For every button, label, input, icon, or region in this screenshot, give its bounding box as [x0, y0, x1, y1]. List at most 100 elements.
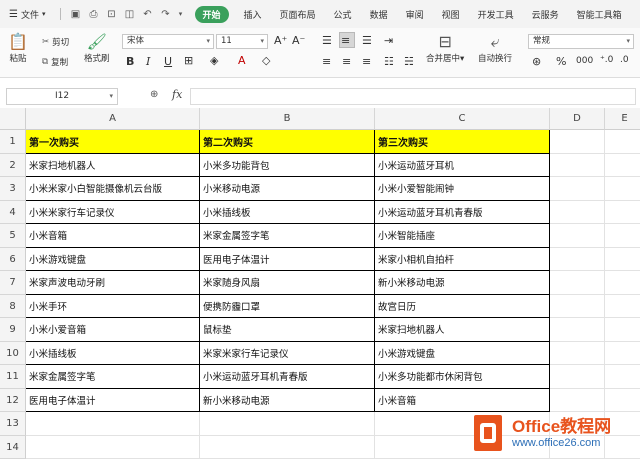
empty-cell[interactable]	[200, 435, 375, 459]
column-header-a[interactable]: A	[26, 108, 200, 130]
row-header-4[interactable]: 4	[0, 200, 26, 224]
row-header-6[interactable]: 6	[0, 247, 26, 271]
table-cell[interactable]: 米家小相机自拍杆	[375, 247, 550, 271]
row-header-9[interactable]: 9	[0, 318, 26, 342]
empty-cell[interactable]	[550, 130, 605, 154]
table-cell[interactable]: 医用电子体温计	[26, 388, 200, 412]
empty-cell[interactable]	[26, 412, 200, 436]
row-header-2[interactable]: 2	[0, 153, 26, 177]
empty-cell[interactable]	[200, 412, 375, 436]
print-icon[interactable]: ⎙	[87, 7, 101, 21]
empty-cell[interactable]	[605, 342, 640, 365]
tab-view[interactable]: 视图	[442, 8, 460, 21]
table-cell[interactable]: 小米小爱智能闹钟	[375, 177, 550, 201]
row-header-8[interactable]: 8	[0, 294, 26, 318]
header-cell-b[interactable]: 第二次购买	[200, 130, 375, 154]
empty-cell[interactable]	[26, 435, 200, 459]
tab-review[interactable]: 审阅	[406, 8, 424, 21]
thousands-icon[interactable]: 000	[576, 56, 593, 66]
empty-cell[interactable]	[550, 153, 605, 177]
tab-data[interactable]: 数据	[370, 8, 388, 21]
font-color-icon[interactable]: A	[238, 54, 246, 67]
empty-cell[interactable]	[605, 248, 640, 271]
table-cell[interactable]: 小米插线板	[26, 341, 200, 365]
table-cell[interactable]: 医用电子体温计	[200, 247, 375, 271]
cut-button[interactable]: ✂ 剪切	[42, 36, 69, 48]
tab-insert[interactable]: 插入	[244, 8, 262, 21]
underline-icon[interactable]: U	[164, 55, 172, 68]
empty-cell[interactable]	[605, 130, 640, 154]
undo-icon[interactable]: ↶	[141, 7, 155, 21]
wrap-text-button[interactable]: ⤶ 自动换行	[478, 32, 512, 64]
table-cell[interactable]: 米家声波电动牙刷	[26, 271, 200, 295]
copy-button[interactable]: ⧉ 复制	[42, 56, 68, 68]
column-header-d[interactable]: D	[550, 108, 605, 130]
merge-center-button[interactable]: ⊟ 合并居中▾	[426, 32, 464, 64]
name-box[interactable]: I12 ▾	[6, 88, 118, 105]
tab-toolbox[interactable]: 智能工具箱	[577, 8, 622, 21]
row-header-12[interactable]: 12	[0, 388, 26, 412]
empty-cell[interactable]	[550, 224, 605, 248]
empty-cell[interactable]	[550, 200, 605, 224]
paste-button[interactable]: 📋 粘贴	[8, 32, 28, 64]
column-header-b[interactable]: B	[200, 108, 375, 130]
empty-cell[interactable]	[605, 154, 640, 177]
format-painter-button[interactable]: 🖌 格式刷	[84, 32, 110, 64]
table-cell[interactable]: 便携防霾口罩	[200, 294, 375, 318]
table-cell[interactable]: 小米米家小白智能摄像机云台版	[26, 177, 200, 201]
table-cell[interactable]: 米家金属签字笔	[200, 224, 375, 248]
empty-cell[interactable]	[550, 318, 605, 342]
table-cell[interactable]: 小米音箱	[26, 224, 200, 248]
empty-cell[interactable]	[605, 318, 640, 342]
italic-icon[interactable]: I	[146, 55, 150, 68]
empty-cell[interactable]	[550, 271, 605, 295]
decrease-font-icon[interactable]: A⁻	[292, 34, 305, 47]
print-preview-icon[interactable]: ⊡	[105, 7, 119, 21]
align-top-icon[interactable]: ☰	[322, 34, 332, 47]
justify-icon[interactable]: ☷	[384, 55, 394, 68]
row-header-3[interactable]: 3	[0, 177, 26, 201]
font-size-select[interactable]: 11 ▾	[216, 34, 268, 49]
tab-cloud[interactable]: 云服务	[532, 8, 559, 21]
table-cell[interactable]: 鼠标垫	[200, 318, 375, 342]
empty-cell[interactable]	[550, 341, 605, 365]
empty-cell[interactable]	[605, 365, 640, 389]
align-right-icon[interactable]: ≡	[362, 55, 371, 68]
row-header-7[interactable]: 7	[0, 271, 26, 295]
tab-home[interactable]: 开始	[194, 5, 229, 23]
header-cell-a[interactable]: 第一次购买	[26, 130, 200, 154]
align-left-icon[interactable]: ≡	[322, 55, 331, 68]
empty-cell[interactable]	[605, 201, 640, 224]
select-all-corner[interactable]	[0, 108, 26, 130]
row-header-11[interactable]: 11	[0, 365, 26, 389]
function-icon[interactable]: fx	[172, 88, 182, 101]
table-cell[interactable]: 小米运动蓝牙耳机青春版	[200, 365, 375, 389]
empty-cell[interactable]	[550, 247, 605, 271]
empty-cell[interactable]	[605, 177, 640, 201]
align-bottom-icon[interactable]: ☰	[362, 34, 372, 47]
tab-developer[interactable]: 开发工具	[478, 8, 514, 21]
row-header-10[interactable]: 10	[0, 341, 26, 365]
table-cell[interactable]: 小米游戏键盘	[375, 341, 550, 365]
row-header-1[interactable]: 1	[0, 130, 26, 154]
table-cell[interactable]: 小米多功能背包	[200, 153, 375, 177]
chevron-down-icon[interactable]: ▾	[177, 7, 185, 21]
file-menu[interactable]: ☰ 文件 ▾	[6, 8, 46, 21]
wrap-indent-icon[interactable]: ⇥	[384, 34, 393, 47]
row-header-13[interactable]: 13	[0, 412, 26, 436]
table-cell[interactable]: 米家扫地机器人	[26, 153, 200, 177]
table-cell[interactable]: 小米多功能都市休闲背包	[375, 365, 550, 389]
tab-page-layout[interactable]: 页面布局	[280, 8, 316, 21]
table-cell[interactable]: 新小米移动电源	[200, 388, 375, 412]
align-center-icon[interactable]: ≡	[342, 55, 351, 68]
row-header-14[interactable]: 14	[0, 435, 26, 459]
table-cell[interactable]: 小米游戏键盘	[26, 247, 200, 271]
font-name-select[interactable]: 宋体 ▾	[122, 34, 214, 49]
save-icon[interactable]: ▣	[69, 7, 83, 21]
increase-font-icon[interactable]: A⁺	[274, 34, 287, 47]
table-cell[interactable]: 小米手环	[26, 294, 200, 318]
table-cell[interactable]: 新小米移动电源	[375, 271, 550, 295]
clear-format-icon[interactable]: ◇	[262, 54, 270, 67]
currency-icon[interactable]: ⊛	[532, 55, 541, 68]
table-cell[interactable]: 小米插线板	[200, 200, 375, 224]
